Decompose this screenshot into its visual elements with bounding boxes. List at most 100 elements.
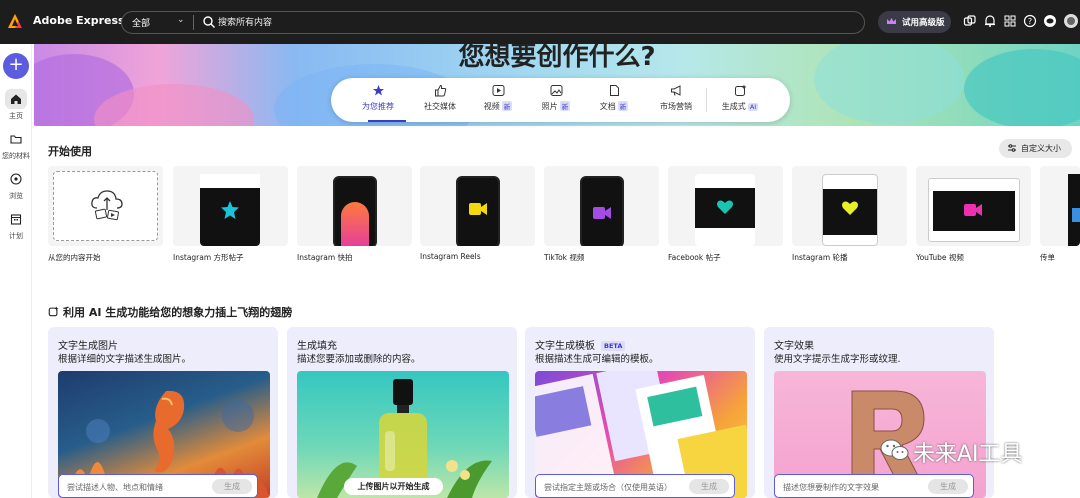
template-card-instagram-carousel[interactable] [792, 166, 907, 246]
help-icon[interactable]: ? [1023, 14, 1037, 28]
tabs-divider [706, 88, 707, 112]
search-scope-select[interactable]: 全部 [132, 16, 150, 29]
upgrade-button[interactable]: 试用高级版 [878, 11, 951, 33]
sidebar-item-home[interactable]: 主页 [0, 89, 32, 121]
upload-cloud-icon [91, 190, 123, 221]
card-preview [1068, 174, 1080, 246]
template-card-instagram-square[interactable] [173, 166, 288, 246]
template-card-instagram-reels[interactable] [420, 166, 535, 246]
app-title[interactable]: Adobe Express [33, 14, 125, 27]
new-badge: 新 [617, 101, 629, 111]
adobe-express-logo-icon[interactable] [7, 13, 23, 29]
card-preview-image [1072, 208, 1080, 222]
sidebar-item-label: 计划 [9, 232, 23, 240]
heart-icon [842, 201, 858, 215]
sidebar-item-browse[interactable]: 浏览 [0, 169, 32, 201]
generative-ai-icon [711, 84, 769, 98]
sidebar-item-label: 主页 [9, 112, 23, 120]
left-sidebar: + 主页 您的材料 浏览 计划 [0, 44, 32, 498]
svg-text:?: ? [1028, 17, 1032, 26]
play-icon [469, 84, 527, 98]
section-title-text: 利用 AI 生成功能给您的想象力插上飞翔的翅膀 [63, 306, 293, 319]
ai-card-generative-fill[interactable]: 生成填充 描述您要添加或删除的内容。 上传图片以开始生成 [287, 327, 517, 498]
ai-card-title: 文字效果 [774, 341, 814, 352]
video-camera-icon [593, 207, 611, 219]
wechat-icon [880, 439, 909, 460]
template-card-flyer[interactable] [1040, 166, 1080, 246]
crown-icon [887, 18, 896, 24]
video-camera-icon [964, 204, 982, 216]
sliders-icon [1008, 144, 1016, 152]
template-card-label: Instagram 轮播 [792, 253, 848, 262]
tab-generative[interactable]: 生成式 AI [711, 84, 769, 112]
ai-card-text-to-image[interactable]: 文字生成图片 根据详细的文字描述生成图片。 尝试描述人物、地点和情绪 生成 [48, 327, 278, 498]
prompt-placeholder: 尝试指定主题或场合（仅使用英语） [544, 483, 672, 492]
star-icon [349, 84, 407, 98]
tab-label: 社交媒体 [424, 102, 456, 111]
star-icon [221, 201, 239, 219]
tab-label: 为您推荐 [362, 102, 394, 111]
ai-card-title-row: 文字生成模板 BETA [535, 337, 626, 352]
template-card-tiktok[interactable] [544, 166, 659, 246]
beta-badge: BETA [601, 341, 626, 351]
template-card-facebook[interactable] [668, 166, 783, 246]
generate-button[interactable]: 生成 [212, 479, 252, 494]
tab-video[interactable]: 视频新 [469, 84, 527, 112]
search-bar[interactable]: 全部 ⌄ [121, 11, 865, 34]
bell-icon[interactable] [983, 14, 997, 28]
calendar-icon [5, 209, 27, 229]
create-new-button[interactable]: + [3, 53, 29, 79]
template-card-label: Facebook 帖子 [668, 253, 721, 262]
tab-recommended[interactable]: 为您推荐 [349, 84, 407, 112]
upload-dropzone[interactable] [53, 171, 158, 241]
template-card-label: 从您的内容开始 [48, 253, 101, 262]
megaphone-icon [647, 84, 705, 98]
section-title-get-started: 开始使用 [48, 145, 92, 158]
ai-card-text-to-template[interactable]: 文字生成模板 BETA 根据描述生成可编辑的模板。 尝试指定主题或场合（仅使用英语… [525, 327, 755, 498]
template-card-label: YouTube 视频 [916, 253, 964, 262]
apps-grid-icon[interactable] [1003, 14, 1017, 28]
category-tabs: 为您推荐 社交媒体 视频新 照片新 文档新 市场营销 生成式 AI [331, 78, 790, 122]
sidebar-item-schedule[interactable]: 计划 [0, 209, 32, 241]
watermark-text: 未来AI工具 [913, 442, 1023, 467]
prompt-placeholder: 尝试描述人物、地点和情绪 [67, 483, 163, 492]
upload-image-button[interactable]: 上传图片以开始生成 [344, 478, 443, 495]
card-preview [695, 174, 755, 246]
share-windows-icon[interactable] [963, 14, 977, 28]
image-icon [527, 84, 585, 98]
template-card-youtube[interactable] [916, 166, 1031, 246]
tab-label: 生成式 [721, 102, 746, 111]
sidebar-item-label: 浏览 [9, 192, 23, 200]
prompt-input[interactable]: 尝试描述人物、地点和情绪 生成 [58, 474, 258, 498]
template-card-label: TikTok 视频 [544, 253, 585, 262]
prompt-input[interactable]: 描述您想要制作的文字效果 生成 [774, 474, 974, 498]
creative-cloud-icon[interactable] [1043, 14, 1057, 28]
tab-marketing[interactable]: 市场营销 [647, 84, 705, 112]
tab-social-media[interactable]: 社交媒体 [411, 84, 469, 112]
phone-preview [580, 176, 624, 246]
chevron-down-icon[interactable]: ⌄ [177, 15, 185, 25]
ai-card-description: 描述您要添加或删除的内容。 [297, 354, 421, 365]
tab-document[interactable]: 文档新 [585, 84, 643, 112]
sidebar-item-your-stuff[interactable]: 您的材料 [0, 129, 32, 161]
card-preview [200, 174, 260, 246]
template-card-instagram-story[interactable] [297, 166, 412, 246]
phone-preview [333, 176, 377, 246]
template-card-upload[interactable] [48, 166, 163, 246]
search-input[interactable] [218, 15, 618, 30]
ai-card-description: 根据详细的文字描述生成图片。 [58, 354, 192, 365]
active-tab-indicator [368, 120, 406, 122]
avatar[interactable] [1063, 14, 1079, 28]
ai-card-text-effects[interactable]: 文字效果 使用文字提示生成字形或纹理. 描述您想要制作的文字效果 生成 [764, 327, 994, 498]
generate-button[interactable]: 生成 [689, 479, 729, 494]
tab-photo[interactable]: 照片新 [527, 84, 585, 112]
tab-label: 市场营销 [660, 102, 692, 111]
tab-label: 视频 [483, 102, 500, 111]
generate-button[interactable]: 生成 [928, 479, 968, 494]
thumbs-up-icon [411, 84, 469, 98]
generative-ai-icon [48, 306, 59, 317]
custom-size-button[interactable]: 自定义大小 [999, 139, 1072, 158]
template-card-label: Instagram Reels [420, 252, 481, 261]
card-preview-header [200, 174, 260, 188]
prompt-input[interactable]: 尝试指定主题或场合（仅使用英语） 生成 [535, 474, 735, 498]
